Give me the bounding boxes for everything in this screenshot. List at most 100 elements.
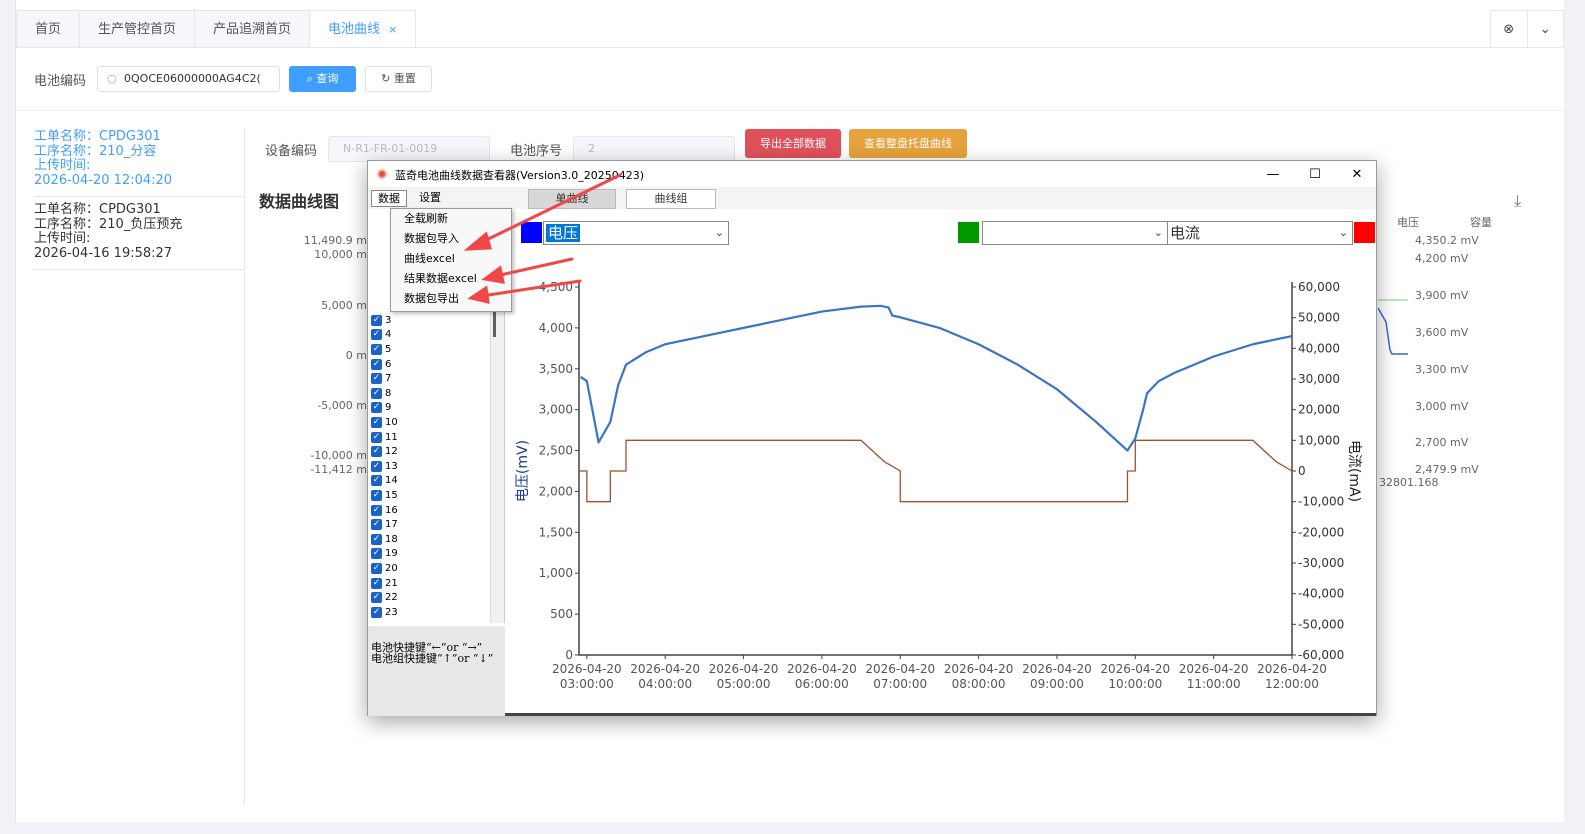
checkbox-icon[interactable]: ✓ (371, 562, 382, 574)
checkbox-icon[interactable]: ✓ (371, 416, 382, 428)
battery-list-item[interactable]: ✓ 23 (371, 605, 398, 620)
battery-list-item[interactable]: ✓ 4 (371, 328, 391, 343)
tab-production[interactable]: 生产管控首页 (79, 10, 196, 48)
battery-list-item[interactable]: ✓ 18 (371, 532, 398, 547)
y2-tick-label: -20,000 (1298, 525, 1344, 539)
battery-list-item[interactable]: ✓ 16 (371, 503, 398, 518)
mid-series-color-swatch[interactable] (958, 222, 979, 243)
battery-code-label: 电池编码 (34, 74, 87, 89)
y-tick-label: 3,000 (539, 403, 573, 417)
reset-button[interactable]: ↻ 重置 (365, 66, 432, 92)
battery-list-item[interactable]: ✓ 10 (371, 415, 398, 430)
close-icon[interactable]: ✕ (1336, 161, 1378, 187)
battery-seq-input[interactable]: 2 (573, 136, 735, 162)
tab-traceability[interactable]: 产品追溯首页 (194, 10, 311, 48)
right-series-color-swatch[interactable] (1354, 222, 1375, 243)
checkbox-icon[interactable]: ✓ (371, 402, 382, 414)
checkbox-icon[interactable]: ✓ (371, 592, 382, 604)
checkbox-icon[interactable]: ✓ (371, 343, 382, 355)
download-icon[interactable]: ⤓ (1514, 191, 1521, 211)
chevron-down-icon[interactable]: ⌄ (1526, 11, 1564, 47)
battery-list-item[interactable]: ✓ 6 (371, 357, 391, 372)
checkbox-icon[interactable]: ✓ (371, 460, 382, 472)
checkbox-icon[interactable]: ✓ (371, 373, 382, 385)
record-upload-time: 2026-04-20 12:04:20 (34, 172, 173, 188)
battery-list-item[interactable]: ✓ 9 (371, 401, 391, 416)
checkbox-icon[interactable]: ✓ (371, 606, 382, 618)
checkbox-icon[interactable]: ✓ (371, 519, 382, 531)
left-series-select[interactable]: 电压 ⌄ (543, 221, 729, 245)
battery-list-item[interactable]: ✓ 14 (371, 474, 398, 489)
battery-code-value: 0QOCE06000000AG4C2( (124, 72, 261, 85)
battery-list-item[interactable]: ✓ 12 (371, 444, 398, 459)
mid-series-select[interactable]: ⌄ (982, 221, 1168, 245)
checkbox-icon[interactable]: ✓ (371, 504, 382, 516)
checkbox-icon[interactable]: ✓ (371, 431, 382, 443)
bg-right-axis-label: 2,479.9 mV (1415, 463, 1479, 476)
left-series-color-swatch[interactable] (521, 222, 542, 243)
menu-item-curve-excel[interactable]: 曲线excel (391, 249, 511, 269)
battery-list-label: 20 (385, 562, 398, 574)
record-item-1[interactable]: 工单名称：CPDG301 工序名称：210_分容 上传时间: 2026-04-2… (34, 129, 173, 188)
menu-data[interactable]: 数据 (371, 190, 407, 207)
battery-list-label: 8 (385, 387, 392, 399)
checkbox-icon[interactable]: ✓ (371, 475, 382, 487)
record-item-2[interactable]: 工单名称：CPDG301 工序名称：210_负压预充 上传时间: 2026-04… (34, 202, 182, 261)
x-tick-label-time: 05:00:00 (717, 677, 771, 691)
menu-settings[interactable]: 设置 (413, 190, 447, 207)
checkbox-icon[interactable]: ✓ (371, 314, 382, 326)
checkbox-icon[interactable]: ✓ (371, 358, 382, 370)
panel-divider (244, 128, 245, 804)
checkbox-icon[interactable]: ✓ (371, 533, 382, 545)
tab-home[interactable]: 首页 (16, 10, 81, 48)
battery-list-item[interactable]: ✓ 20 (371, 561, 398, 576)
battery-list-item[interactable]: ✓ 19 (371, 547, 398, 562)
search-icon: ○ (107, 72, 117, 85)
y2-tick-label: -60,000 (1298, 648, 1344, 662)
battery-list-item[interactable]: ✓ 8 (371, 386, 391, 401)
battery-list-item[interactable]: ✓ 5 (371, 342, 391, 357)
tab-battery-curve[interactable]: 电池曲线 × (309, 10, 417, 48)
bg-right-axis-label: 3,600 mV (1415, 326, 1469, 339)
query-button[interactable]: ⌕ 查询 (289, 66, 356, 92)
battery-seq-label: 电池序号 (510, 144, 563, 159)
tab-close-icon[interactable]: × (388, 23, 397, 36)
tab-curve-group[interactable]: 曲线组 (626, 189, 716, 209)
x-tick-label-time: 10:00:00 (1108, 677, 1162, 691)
menu-item-import-package[interactable]: 数据包导入 (391, 229, 511, 249)
checkbox-icon[interactable]: ✓ (371, 548, 382, 560)
y2-tick-label: -30,000 (1298, 556, 1344, 570)
battery-list-item[interactable]: ✓ 22 (371, 590, 398, 605)
checkbox-icon[interactable]: ✓ (371, 329, 382, 341)
checkbox-icon[interactable]: ✓ (371, 577, 382, 589)
y2-tick-label: -50,000 (1298, 617, 1344, 631)
menu-item-full-refresh[interactable]: 全载刷新 (391, 209, 511, 229)
window-titlebar[interactable]: 蓝奇电池曲线数据查看器(Version3.0_20250423) — ☐ ✕ (368, 161, 1376, 187)
battery-list-item[interactable]: ✓ 15 (371, 488, 398, 503)
minimize-icon[interactable]: — (1252, 161, 1294, 187)
battery-list-item[interactable]: ✓ 17 (371, 517, 398, 532)
export-all-button[interactable]: 导出全部数据 (745, 129, 841, 158)
menu-item-export-package[interactable]: 数据包导出 (391, 289, 511, 309)
checkbox-icon[interactable]: ✓ (371, 387, 382, 399)
scrollbar-thumb[interactable] (493, 309, 496, 337)
device-code-input[interactable]: N-R1-FR-01-0019 (328, 136, 490, 162)
checkbox-icon[interactable]: ✓ (371, 446, 382, 458)
app-icon (377, 169, 387, 179)
battery-list-label: 9 (385, 402, 392, 414)
battery-list-item[interactable]: ✓ 21 (371, 576, 398, 591)
battery-code-input[interactable]: ○ 0QOCE06000000AG4C2( (97, 66, 280, 92)
maximize-icon[interactable]: ☐ (1294, 161, 1336, 187)
close-all-tabs-icon[interactable]: ⊗ (1491, 11, 1527, 47)
view-tray-curve-button[interactable]: 查看整盘托盘曲线 (849, 129, 967, 158)
y2-tick-label: 40,000 (1298, 341, 1340, 355)
tab-single-curve[interactable]: 单曲线 (528, 189, 616, 209)
menu-item-result-excel[interactable]: 结果数据excel (391, 269, 511, 289)
battery-list-item[interactable]: ✓ 11 (371, 430, 398, 445)
checkbox-icon[interactable]: ✓ (371, 489, 382, 501)
battery-list-item[interactable]: ✓ 3 (371, 313, 391, 328)
battery-list-item[interactable]: ✓ 13 (371, 459, 398, 474)
battery-list-label: 10 (385, 416, 398, 428)
right-series-select[interactable]: 电流 ⌄ (1167, 221, 1353, 245)
battery-list-item[interactable]: ✓ 7 (371, 371, 391, 386)
